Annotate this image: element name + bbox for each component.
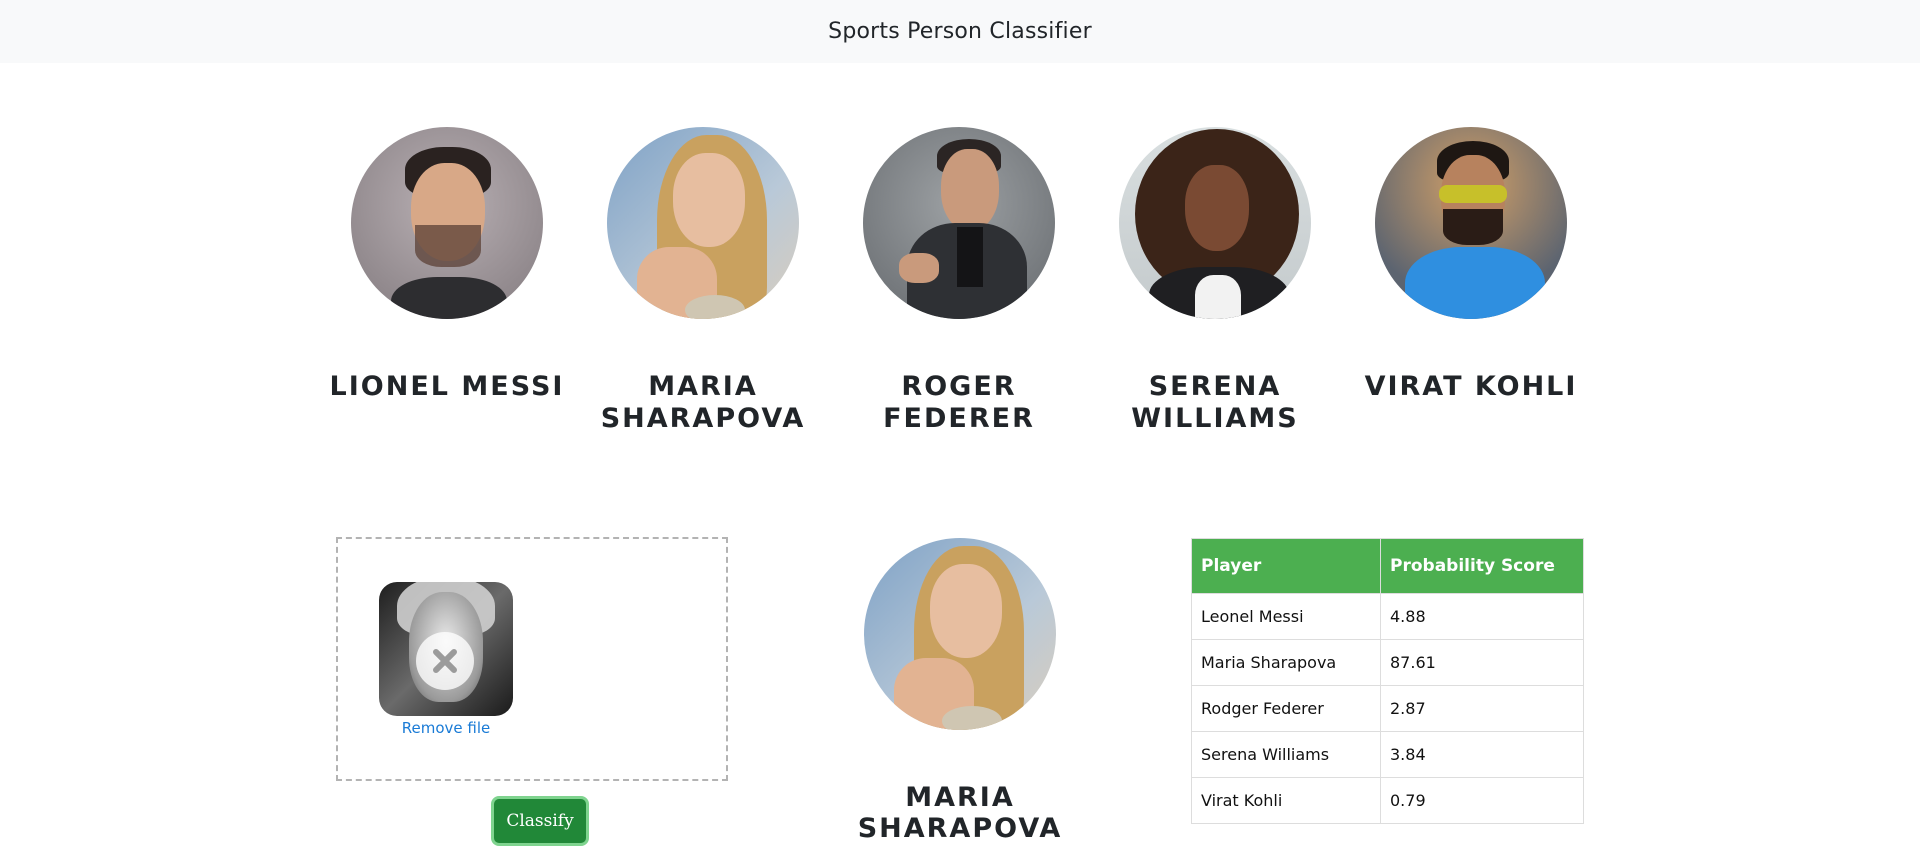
score-cell: 0.79 [1380,777,1584,824]
score-cell: 87.61 [1380,639,1584,686]
sharapova-photo [607,127,799,319]
player-card-kohli[interactable]: VIRAT KOHLI [1343,127,1599,403]
score-cell: 3.84 [1380,731,1584,778]
close-icon[interactable] [416,632,474,690]
player-cell: Virat Kohli [1191,777,1381,824]
table-row: Rodger Federer 2.87 [1191,685,1584,732]
result-player-name: MARIA SHARAPOVA [857,782,1063,844]
player-name: SERENA WILLIAMS [1131,371,1299,434]
player-cell: Leonel Messi [1191,593,1381,640]
player-name: VIRAT KOHLI [1364,371,1578,402]
messi-photo [351,127,543,319]
player-cell: Serena Williams [1191,731,1381,778]
result-card: MARIA SHARAPOVA [832,538,1088,844]
result-photo [864,538,1056,730]
app-title: Sports Person Classifier [828,19,1092,44]
remove-file-link[interactable]: Remove file [379,719,513,737]
player-card-sharapova[interactable]: MARIA SHARAPOVA [575,127,831,435]
player-name: ROGER FEDERER [883,371,1035,434]
kohli-photo [1375,127,1567,319]
player-cell: Rodger Federer [1191,685,1381,732]
table-row: Serena Williams 3.84 [1191,731,1584,778]
player-name: MARIA SHARAPOVA [600,371,806,434]
column-header-probability: Probability Score [1380,538,1584,594]
player-name: LIONEL MESSI [329,371,565,402]
classify-button[interactable]: Classify [494,799,586,843]
uploaded-image-thumbnail [379,582,513,716]
table-row: Leonel Messi 4.88 [1191,593,1584,640]
upload-dropzone[interactable]: Remove file [336,537,728,781]
player-card-serena[interactable]: SERENA WILLIAMS [1087,127,1343,435]
serena-photo [1119,127,1311,319]
player-card-messi[interactable]: LIONEL MESSI [319,127,575,403]
table-header-row: Player Probability Score [1191,538,1584,594]
federer-photo [863,127,1055,319]
score-cell: 2.87 [1380,685,1584,732]
table-row: Maria Sharapova 87.61 [1191,639,1584,686]
table-row: Virat Kohli 0.79 [1191,777,1584,824]
player-card-federer[interactable]: ROGER FEDERER [831,127,1087,435]
column-header-player: Player [1191,538,1381,594]
probability-table: Player Probability Score Leonel Messi 4.… [1191,538,1584,824]
navbar: Sports Person Classifier [0,0,1920,63]
score-cell: 4.88 [1380,593,1584,640]
player-cell: Maria Sharapova [1191,639,1381,686]
